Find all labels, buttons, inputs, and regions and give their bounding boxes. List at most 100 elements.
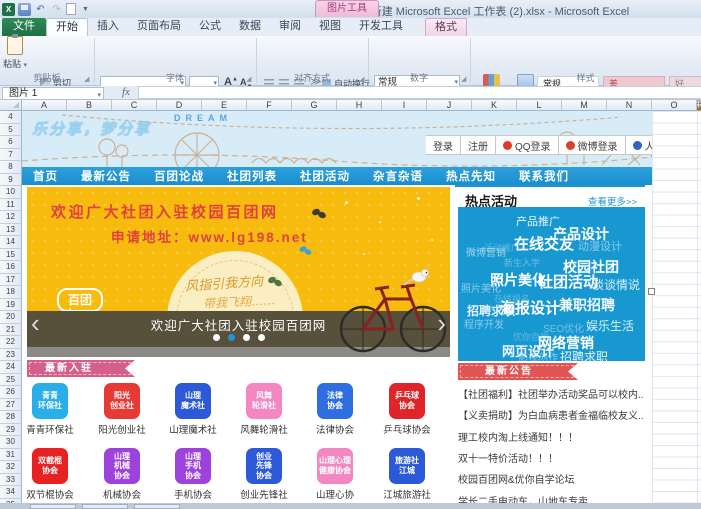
row-header[interactable]: 28 <box>0 411 22 424</box>
nav-item[interactable]: 首页 <box>33 168 58 184</box>
new-document-icon[interactable] <box>66 3 76 15</box>
club-item[interactable]: 青青 环保社 青青环保社 <box>22 383 82 436</box>
row-header[interactable]: 33 <box>0 474 22 487</box>
club-item[interactable]: 创业 先锋 协会 创业先锋社 <box>232 448 296 501</box>
club-item[interactable]: 风舞 轮滑社 风舞轮滑社 <box>232 383 296 436</box>
ribbon-tab[interactable]: 插入 <box>88 18 128 36</box>
ribbon-tab[interactable]: 开始 <box>46 18 88 36</box>
ribbon-tab[interactable]: 格式 <box>425 18 467 36</box>
tag-cloud-item[interactable]: 程序开发 <box>464 321 504 331</box>
select-all-corner[interactable] <box>0 100 22 111</box>
name-box[interactable]: 图片 1▾ <box>2 87 104 100</box>
column-header[interactable]: F <box>247 100 292 111</box>
announcement-item[interactable]: 校园百团网&优你自学论坛 <box>458 468 644 489</box>
club-item[interactable]: 山理 机械 协会 机械协会 <box>90 448 154 501</box>
announcement-item[interactable]: 理工校内淘上线通知！！！ <box>458 426 644 447</box>
column-header[interactable]: O <box>652 100 697 111</box>
row-header[interactable]: 10 <box>0 186 22 199</box>
club-item[interactable]: 山理 魔术社 山理魔术社 <box>161 383 225 436</box>
picture-selection-handle[interactable] <box>648 288 655 295</box>
column-header[interactable]: J <box>427 100 472 111</box>
tag-cloud-item[interactable]: 娱乐生活 <box>586 320 634 332</box>
column-header[interactable]: A <box>22 100 67 111</box>
row-header[interactable]: 13 <box>0 224 22 237</box>
row-header[interactable]: 18 <box>0 286 22 299</box>
row-header[interactable]: 4 <box>0 111 22 124</box>
view-more-link[interactable]: 查看更多>> <box>588 194 637 208</box>
sheet-tab[interactable] <box>82 504 128 509</box>
announcement-item[interactable]: 双十一特价活动！！！ <box>458 447 644 468</box>
login-button[interactable]: 人人登录 <box>626 135 652 155</box>
nav-item[interactable]: 杂言杂语 <box>373 168 423 184</box>
row-header[interactable]: 26 <box>0 386 22 399</box>
login-button[interactable]: 登录 <box>426 135 461 155</box>
row-header[interactable]: 34 <box>0 486 22 499</box>
club-item[interactable]: 山理心理 健康协会 山理心协 <box>303 448 367 501</box>
embedded-picture-website[interactable]: 乐分享，梦分享 DREAM 登录注册QQ登录微博登录人人登录 首页最新公告百团论… <box>22 111 652 503</box>
carousel-dot[interactable] <box>213 334 220 341</box>
row-header[interactable]: 15 <box>0 249 22 262</box>
row-header[interactable]: 32 <box>0 461 22 474</box>
column-header[interactable]: C <box>112 100 157 111</box>
row-header[interactable]: 11 <box>0 199 22 212</box>
ribbon-tab[interactable]: 页面布局 <box>128 18 190 36</box>
nav-item[interactable]: 百团论战 <box>154 168 204 184</box>
tag-cloud-item[interactable]: 兼职招聘 <box>559 298 615 312</box>
column-header[interactable]: K <box>472 100 517 111</box>
number-dialog-launcher[interactable]: ◢ <box>461 75 466 83</box>
ribbon-tab[interactable]: 视图 <box>310 18 350 36</box>
club-item[interactable]: 阳光 创业社 阳光创业社 <box>90 383 154 436</box>
row-header[interactable]: 19 <box>0 299 22 312</box>
tag-cloud-item[interactable]: SEO优化 <box>543 325 584 335</box>
carousel-next-arrow[interactable]: › <box>437 305 446 341</box>
ribbon-tab[interactable]: 开发工具 <box>350 18 412 36</box>
announcement-item[interactable]: 学长二手电动车，山地车专卖 <box>458 489 644 503</box>
nav-item[interactable]: 社团活动 <box>300 168 350 184</box>
tag-cloud-item[interactable]: 校园社团 <box>563 260 619 274</box>
tag-cloud-item[interactable]: 海报设计 <box>500 301 560 316</box>
sheet-tab[interactable] <box>30 504 76 509</box>
row-header[interactable]: 23 <box>0 349 22 362</box>
ribbon-tab[interactable]: 数据 <box>230 18 270 36</box>
row-header[interactable]: 7 <box>0 149 22 162</box>
column-header[interactable]: L <box>517 100 562 111</box>
clipboard-dialog-launcher[interactable]: ◢ <box>84 75 89 83</box>
nav-item[interactable]: 社团列表 <box>227 168 277 184</box>
ribbon-tab[interactable]: 审阅 <box>270 18 310 36</box>
nav-item[interactable]: 最新公告 <box>81 168 131 184</box>
sheet-tab[interactable] <box>134 504 180 509</box>
carousel-dot[interactable] <box>228 334 235 341</box>
row-header[interactable]: 12 <box>0 211 22 224</box>
nav-item[interactable]: 热点先知 <box>446 168 496 184</box>
column-header[interactable]: M <box>562 100 607 111</box>
row-header[interactable]: 16 <box>0 261 22 274</box>
row-header[interactable]: 14 <box>0 236 22 249</box>
login-button[interactable]: QQ登录 <box>496 135 559 155</box>
club-item[interactable]: 山理 手机 协会 手机协会 <box>161 448 225 501</box>
nav-item[interactable]: 联系我们 <box>519 168 569 184</box>
carousel-banner[interactable]: 欢迎广大社团入驻校园百团网 申请地址：www.lg198.net 风指引我方向 … <box>27 187 450 357</box>
undo-icon[interactable]: ↶ <box>34 3 47 16</box>
club-item[interactable]: 双截棍 协会 双节棍协会 <box>22 448 82 501</box>
row-header[interactable]: 6 <box>0 136 22 149</box>
row-header[interactable]: 20 <box>0 311 22 324</box>
club-item[interactable]: 法律 协会 法律协会 <box>303 383 367 436</box>
column-header[interactable]: E <box>202 100 247 111</box>
alignment-dialog-launcher[interactable]: ◢ <box>359 75 364 83</box>
column-header[interactable]: H <box>337 100 382 111</box>
row-header[interactable]: 27 <box>0 399 22 412</box>
column-header[interactable]: I <box>382 100 427 111</box>
carousel-dot[interactable] <box>258 334 265 341</box>
tag-cloud-item[interactable]: 在线交友 <box>514 237 574 252</box>
row-header[interactable]: 9 <box>0 174 22 187</box>
row-header[interactable]: 21 <box>0 324 22 337</box>
carousel-dot[interactable] <box>243 334 250 341</box>
redo-icon[interactable]: ↷ <box>50 3 63 16</box>
ribbon-tab[interactable]: 公式 <box>190 18 230 36</box>
login-button[interactable]: 注册 <box>461 135 496 155</box>
tag-cloud-item[interactable]: 微博营销 <box>466 249 506 259</box>
row-header[interactable]: 25 <box>0 374 22 387</box>
row-header[interactable]: 24 <box>0 361 22 374</box>
row-header[interactable]: 8 <box>0 161 22 174</box>
announcement-item[interactable]: 【义卖捐助】为白血病患者金福临校友义... <box>458 404 644 425</box>
